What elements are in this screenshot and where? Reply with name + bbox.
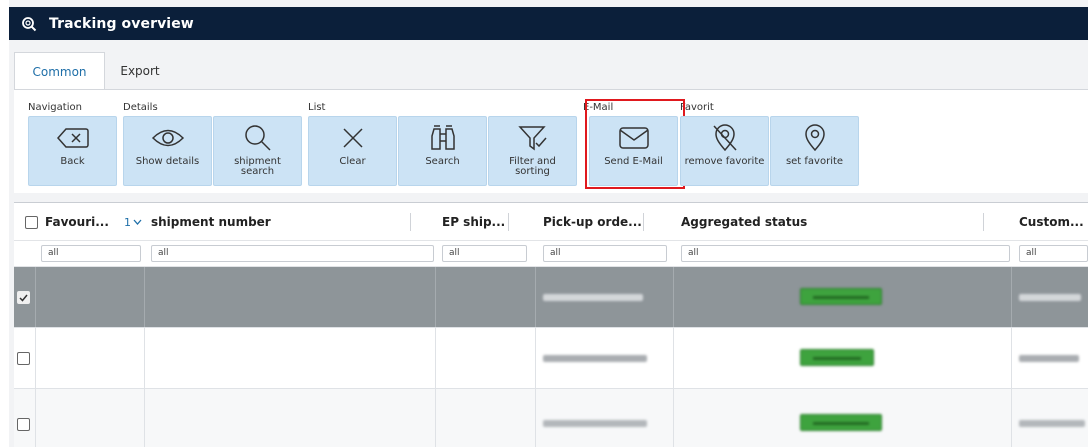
clear-button[interactable]: Clear [308,116,397,186]
ribbon-toolbar: Navigation Details List E-Mail Favorit B… [14,89,1088,193]
checkmark-icon [19,294,28,302]
clear-label: Clear [339,156,366,167]
customer-value-redacted [1019,355,1079,362]
column-separator [410,213,411,231]
set-favorite-button[interactable]: set favorite [770,116,859,186]
show-details-label: Show details [135,156,200,167]
tab-export-label: Export [120,64,160,78]
shipment-number-filter-input[interactable]: all [151,245,434,262]
customer-value-redacted [1019,294,1081,301]
send-email-highlight-frame [585,99,685,189]
column-separator [508,213,509,231]
location-pin-icon [797,123,833,153]
column-shipment-number-label: shipment number [151,215,271,229]
set-favorite-label: set favorite [785,156,844,167]
column-header-ep-shipment[interactable]: EP ship... [442,203,505,241]
tab-common-label: Common [32,64,87,79]
column-separator [983,213,984,231]
column-separator [643,213,644,231]
ribbon-tabs: Common Export [14,52,175,90]
pickup-order-value-redacted [543,420,647,427]
group-label-details: Details [123,102,158,113]
shipment-search-label: shipment search [234,156,281,177]
ep-shipment-filter-input[interactable]: all [442,245,527,262]
remove-favorite-label: remove favorite [684,156,765,167]
filter-icon [515,123,551,153]
search-button[interactable]: Search [398,116,487,186]
binoculars-icon [425,123,461,153]
column-header-customer[interactable]: Custom... [1019,203,1084,241]
column-favourite-label: Favouri... [45,215,109,229]
title-bar: Tracking overview [9,7,1088,40]
customer-value-redacted [1019,420,1085,427]
row-checkbox[interactable] [17,291,30,304]
pickup-order-value-redacted [543,355,647,362]
show-details-button[interactable]: Show details [123,116,212,186]
aggregated-status-filter-input[interactable]: all [681,245,1010,262]
close-icon [335,123,371,153]
backspace-icon [55,123,91,153]
status-badge [800,349,874,366]
remove-favorite-button[interactable]: remove favorite [680,116,769,186]
shipment-search-button[interactable]: shipment search [213,116,302,186]
sort-order-indicator[interactable]: 1 [124,203,142,241]
column-header-pickup-order[interactable]: Pick-up orde... [543,203,642,241]
table-row[interactable] [14,328,1088,389]
select-all-checkbox[interactable] [25,203,38,241]
column-pickup-order-label: Pick-up orde... [543,215,642,229]
filter-sorting-label: Filter and sorting [509,156,556,177]
zoom-search-icon [22,16,37,31]
eye-icon [150,123,186,153]
column-aggregated-status-label: Aggregated status [681,215,808,229]
column-header-shipment-number[interactable]: shipment number [151,203,271,241]
tab-common[interactable]: Common [14,52,105,90]
status-badge [800,288,882,305]
table-row[interactable] [14,389,1088,447]
table-row[interactable] [14,267,1088,328]
group-label-list: List [308,102,326,113]
customer-filter-input[interactable]: all [1019,245,1088,262]
column-ep-shipment-label: EP ship... [442,215,506,229]
group-label-navigation: Navigation [28,102,82,113]
location-off-icon [707,123,743,153]
filter-sorting-button[interactable]: Filter and sorting [488,116,577,186]
favourite-filter-input[interactable]: all [41,245,141,262]
row-checkbox[interactable] [17,418,30,431]
column-header-aggregated-status[interactable]: Aggregated status [681,203,807,241]
column-customer-label: Custom... [1019,215,1084,229]
tracking-overview-window: Tracking overview Common Export Navigati… [9,0,1088,447]
back-button-label: Back [60,156,85,167]
page-title: Tracking overview [49,15,194,32]
chevron-down-icon [133,219,142,225]
sort-order-number: 1 [124,215,131,229]
magnifier-icon [240,123,276,153]
tab-export[interactable]: Export [105,52,175,90]
column-header-favourite[interactable]: Favouri... [45,203,109,241]
pickup-order-value-redacted [543,294,643,301]
group-label-favorit: Favorit [680,102,714,113]
grid-header: Favouri... 1 shipment number EP ship... … [14,203,1088,241]
pickup-order-filter-input[interactable]: all [543,245,667,262]
search-label: Search [425,156,460,167]
status-badge [800,414,882,431]
tracking-grid: Favouri... 1 shipment number EP ship... … [14,202,1088,447]
row-checkbox[interactable] [17,352,30,365]
filter-row: all all all all all all [14,241,1088,267]
back-button[interactable]: Back [28,116,117,186]
